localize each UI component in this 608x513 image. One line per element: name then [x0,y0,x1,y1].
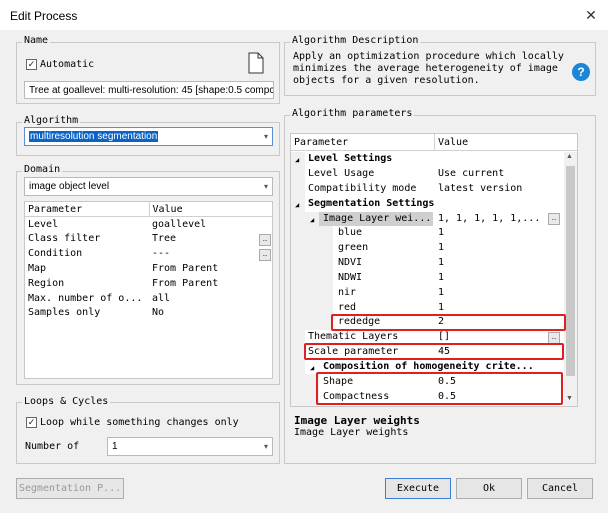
cancel-button[interactable]: Cancel [527,478,593,499]
name-group-label: Name [22,35,51,46]
params-scrollbar-thumb[interactable] [566,166,575,376]
row-parameter: Level [28,218,59,230]
algorithm-group-label: Algorithm [22,115,81,126]
row-value: all [152,292,171,304]
highlight-scale-parameter [304,343,564,360]
level-usage-parameter: Level Usage [308,168,375,179]
table-row[interactable]: Class filter Tree [25,232,272,247]
row-value: No [152,307,165,319]
layer-blue-value[interactable]: 1 [438,226,444,241]
ok-button[interactable]: Ok [456,478,522,499]
layer-ndwi-value[interactable]: 1 [438,271,444,286]
image-layer-weights-parameter[interactable]: Image Layer wei... [323,212,431,227]
tree-indent [305,212,319,330]
chevron-down-icon: ▾ [263,182,268,191]
domain-select[interactable]: image object level ▾ [24,177,273,196]
image-layer-weights-value[interactable]: 1, 1, 1, 1, 1,... [438,212,540,227]
chevron-down-icon: ▾ [263,442,268,451]
table-row[interactable]: Max. number of o... all [25,291,272,306]
row-parameter: Condition [28,248,83,260]
table-row[interactable]: Region From Parent [25,276,272,291]
description-group-label: Algorithm Description [290,35,421,46]
level-usage-value[interactable]: Use current [438,167,504,182]
title-bar [0,0,608,30]
info-text: Image Layer weights [294,427,409,438]
grid-header-parameter: Parameter [25,202,150,217]
row-value: --- [152,248,171,260]
segmentation-settings-title: Segmentation Settings [308,198,435,209]
number-of-select[interactable]: 1 ▾ [107,437,273,456]
segmentation-button[interactable]: Segmentation P... [16,478,124,499]
expand-icon[interactable]: ◢ [310,213,314,228]
highlight-rededge [331,314,566,331]
expand-icon[interactable]: ◢ [295,198,299,213]
row-value: From Parent [152,263,219,275]
layer-ndvi-value[interactable]: 1 [438,256,444,271]
row-parameter: Map [28,263,47,275]
row-parameter: Samples only [28,307,101,319]
layer-nir-value[interactable]: 1 [438,286,444,301]
automatic-label: Automatic [40,59,95,70]
scroll-down-icon[interactable]: ▼ [566,395,573,402]
layer-ndvi-parameter: NDVI [338,257,363,268]
loops-group-label: Loops & Cycles [22,396,111,407]
row-parameter: Max. number of o... [28,292,143,304]
execute-button[interactable]: Execute [385,478,451,499]
loop-checkbox[interactable]: ✓ [26,417,37,428]
params-group-label: Algorithm parameters [290,108,415,119]
expand-icon[interactable]: ◢ [310,361,314,376]
automatic-checkbox[interactable]: ✓ [26,59,37,70]
window-title: Edit Process [10,9,78,23]
params-header-value: Value [438,137,469,148]
table-row[interactable]: Level goallevel [25,217,272,232]
level-settings-title: Level Settings [308,153,393,164]
compatibility-mode-parameter: Compatibility mode [308,183,417,194]
info-title: Image Layer weights [294,414,420,427]
document-icon[interactable] [247,52,265,74]
number-of-label: Number of [25,441,80,452]
layer-green-value[interactable]: 1 [438,241,444,256]
params-header-divider [434,134,435,151]
scroll-up-icon[interactable]: ▲ [566,153,573,160]
table-row[interactable]: Condition --- [25,246,272,261]
grid-header-value: Value [152,203,183,215]
layer-ndwi-parameter: NDWI [338,272,363,283]
class-filter-ellipsis-button[interactable]: .. [259,234,271,246]
row-parameter: Class filter [28,233,101,245]
highlight-shape-compactness [316,372,563,405]
domain-group-label: Domain [22,164,63,175]
compatibility-mode-value[interactable]: latest version [438,182,522,197]
help-icon[interactable]: ? [572,63,590,81]
domain-value: image object level [29,181,110,192]
row-parameter: Region [28,277,65,289]
domain-parameter-grid: Parameter Value Level goallevel Class fil… [24,201,273,379]
number-of-value: 1 [112,441,118,452]
image-layer-weights-ellipsis-button[interactable]: .. [548,213,560,225]
close-icon[interactable]: ✕ [580,5,602,25]
table-row[interactable]: Samples only No [25,306,272,321]
condition-ellipsis-button[interactable]: .. [259,249,271,261]
tree-indent [291,152,305,406]
expand-icon[interactable]: ◢ [295,153,299,168]
algorithm-value: multiresolution segmentation [29,131,159,142]
chevron-down-icon: ▾ [263,132,268,141]
layer-green-parameter: green [338,242,369,253]
table-row[interactable]: Map From Parent [25,261,272,276]
algorithm-select[interactable]: multiresolution segmentation ▾ [24,127,273,146]
name-field[interactable]: Tree at goallevel: multi-resolution: 45 … [24,81,274,99]
row-value: goallevel [152,218,207,230]
description-text: Apply an optimization procedure which lo… [293,51,564,86]
params-header-parameter: Parameter [294,137,349,148]
loop-label: Loop while something changes only [40,417,239,428]
layer-nir-parameter: nir [338,287,357,298]
row-value: Tree [152,233,177,245]
layer-blue-parameter: blue [338,227,363,238]
row-value: From Parent [152,277,219,289]
